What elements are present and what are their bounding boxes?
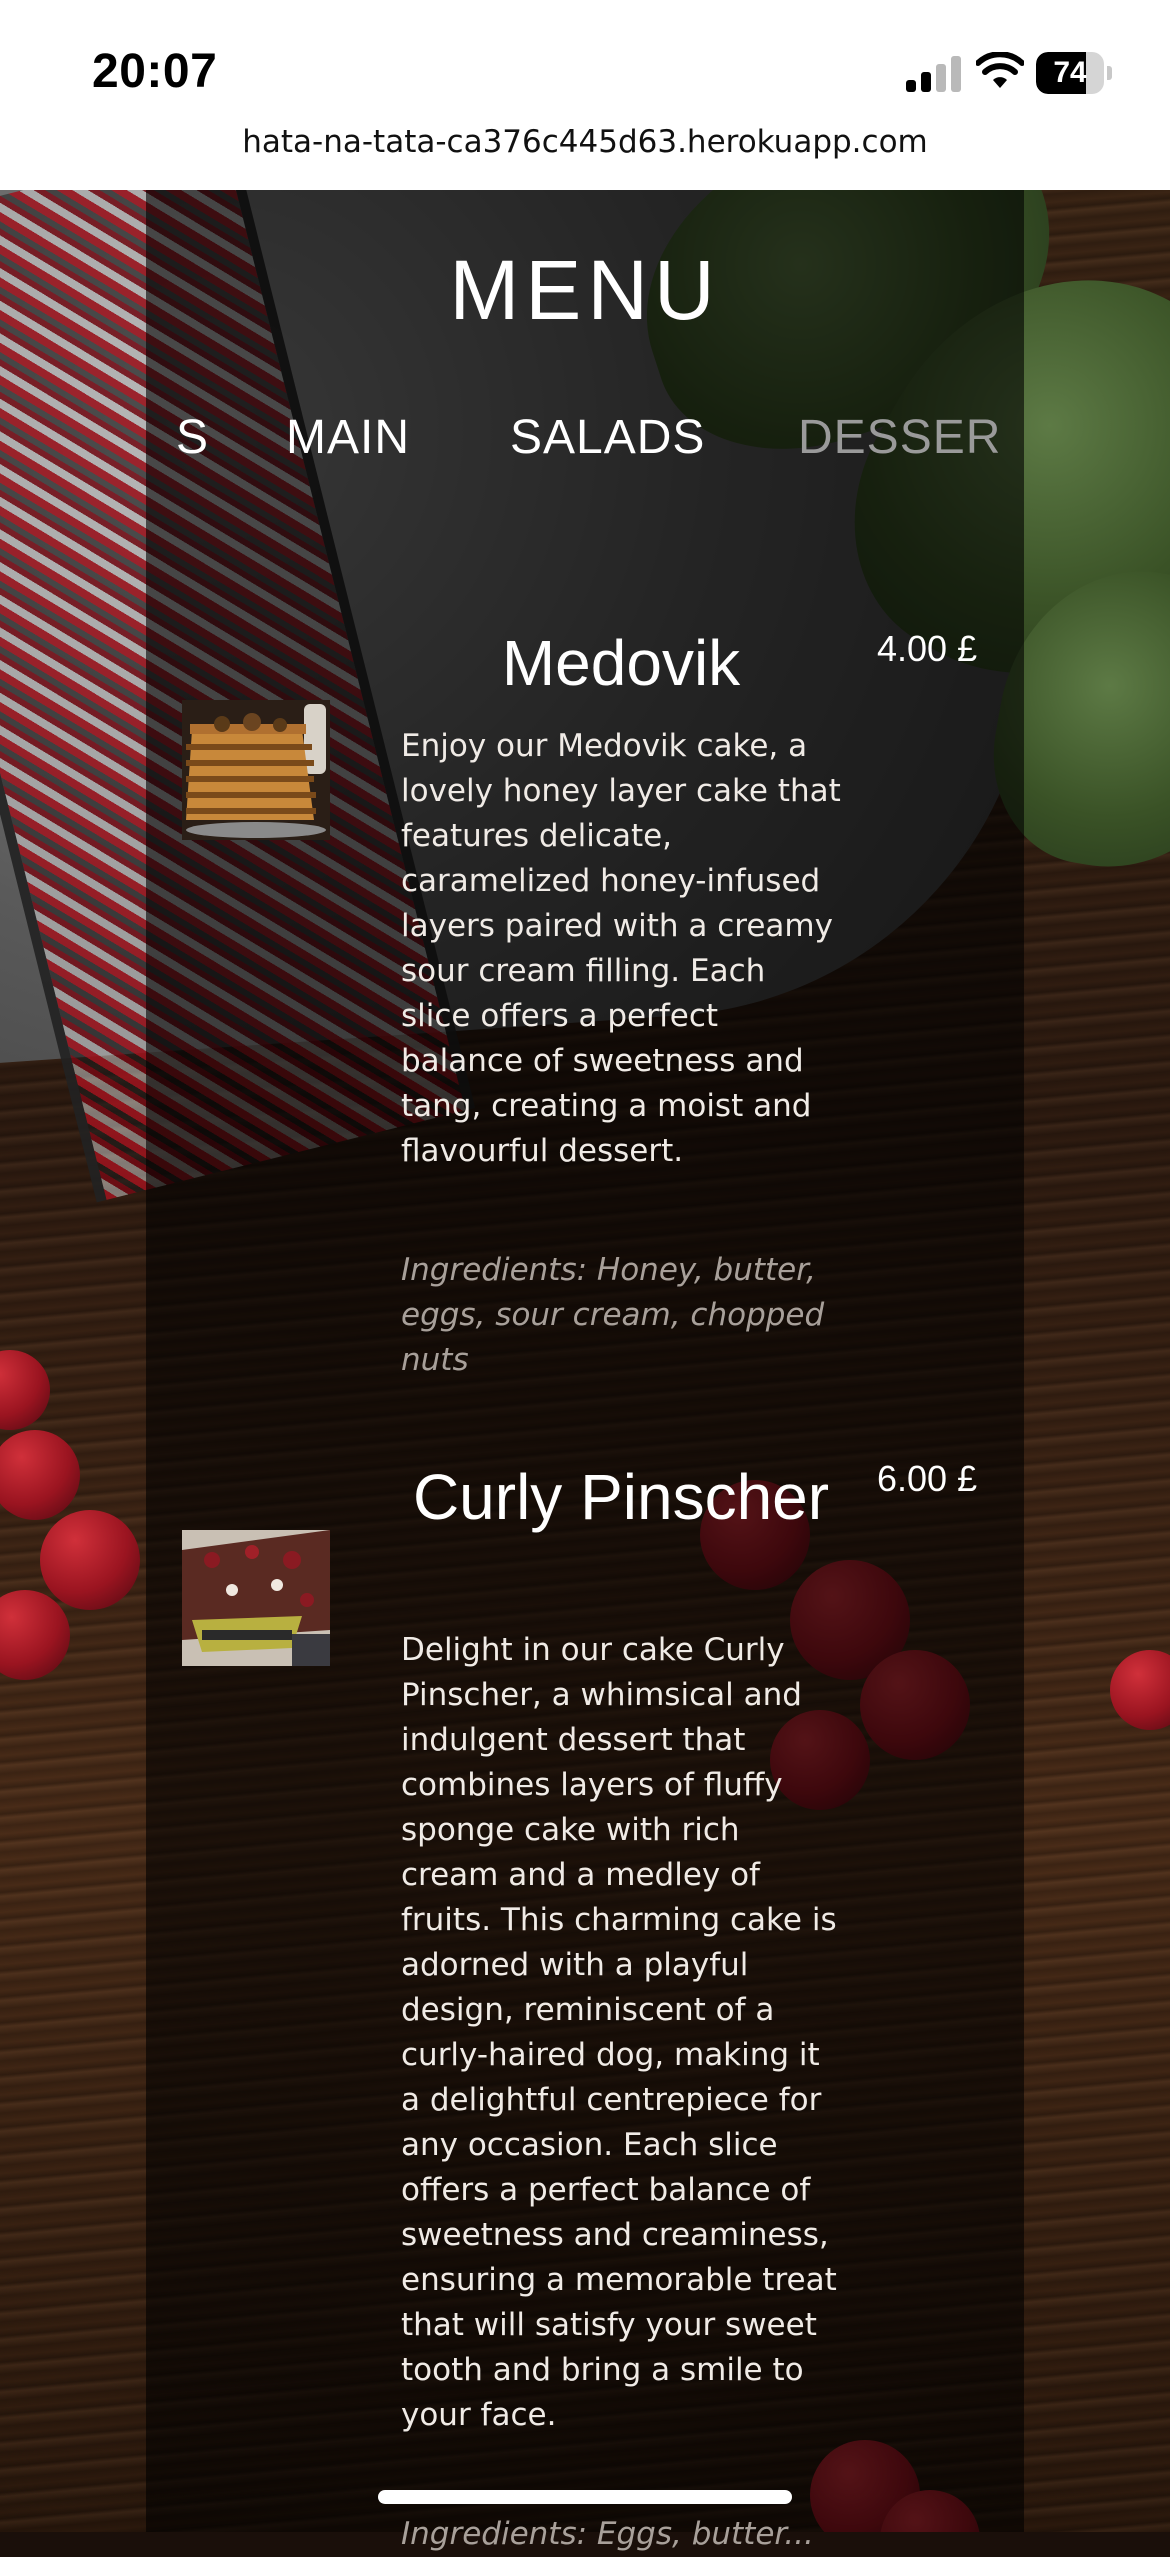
item-price: 4.00 £ — [877, 628, 978, 669]
battery-level: 74 — [1053, 56, 1087, 89]
chocolate-cherry-cake-icon — [182, 1530, 330, 1666]
status-time: 20:07 — [92, 45, 218, 98]
item-price: 6.00 £ — [877, 1458, 978, 1499]
item-name: Medovik — [501, 627, 741, 699]
item-description: Enjoy our Medovik cake, a lovely honey l… — [401, 728, 841, 1169]
tab-salads[interactable]: SALADS — [510, 410, 705, 465]
item-name: Curly Pinscher — [412, 1461, 830, 1533]
battery-icon: 74 — [1036, 52, 1112, 94]
address-bar-url[interactable]: hata-na-tata-ca376c445d63.herokuapp.com — [0, 124, 1170, 160]
item-description: Delight in our cake Curly Pinscher, a wh… — [401, 1632, 837, 2433]
category-tabs[interactable]: S MAIN SALADS DESSER — [146, 410, 1024, 480]
tab-main[interactable]: MAIN — [286, 410, 410, 465]
item-ingredients: Ingredients: Eggs, butter... — [401, 2516, 814, 2552]
home-indicator[interactable] — [378, 2490, 792, 2504]
wifi-icon — [976, 52, 1024, 88]
layered-honey-cake-icon — [182, 700, 330, 840]
item-ingredients: Ingredients: Honey, butter, eggs, sour c… — [401, 1252, 825, 1378]
status-bar: 20:07 74 hata-na-tata-ca376c445d63.herok… — [0, 0, 1170, 190]
page-title: MENU — [449, 243, 721, 337]
cellular-signal-icon — [906, 54, 962, 92]
tab-desserts[interactable]: DESSER — [798, 410, 1001, 465]
tab-partial[interactable]: S — [176, 410, 209, 465]
berry-decoration — [40, 1510, 140, 1610]
